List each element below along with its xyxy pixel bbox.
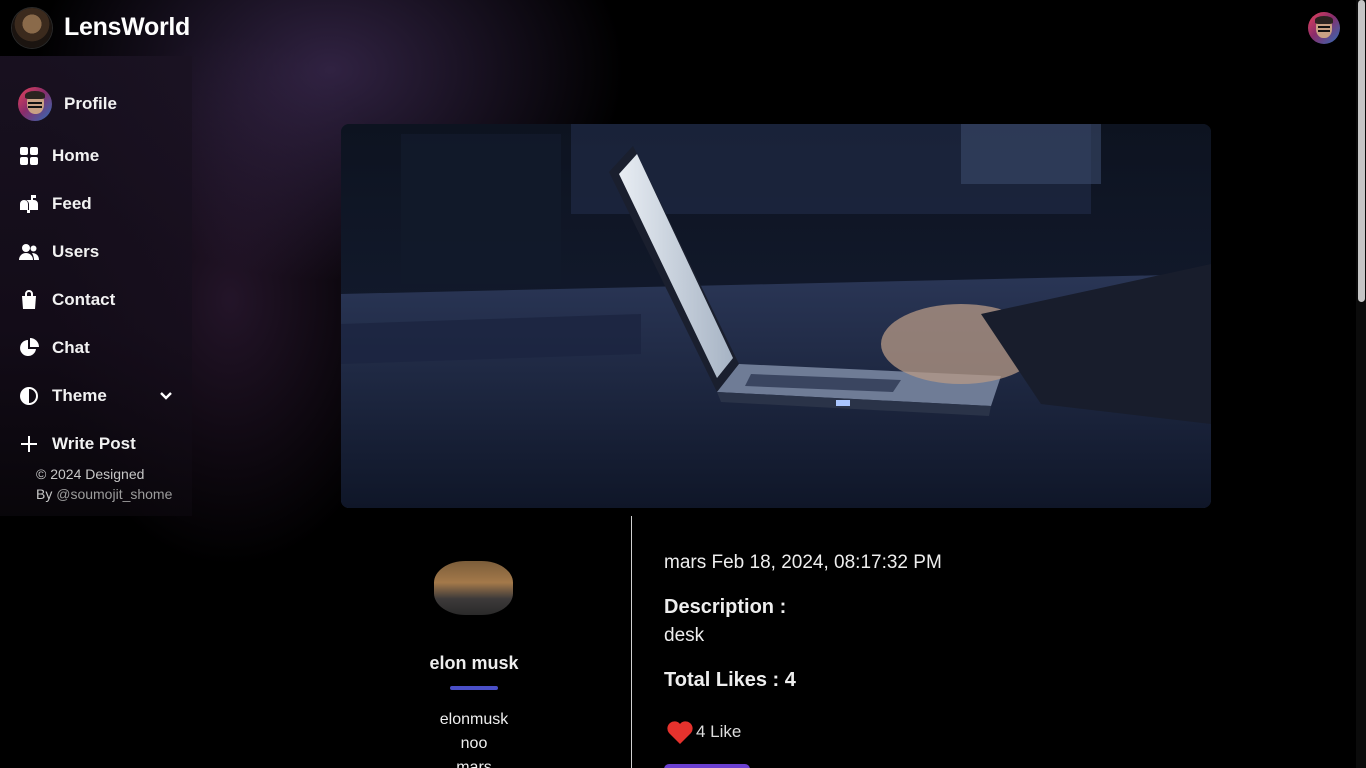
sidebar-item-label: Chat <box>52 338 90 357</box>
sidebar-item-feed[interactable]: Feed <box>18 190 92 218</box>
logo-icon[interactable] <box>12 8 52 48</box>
contrast-icon <box>18 385 40 407</box>
chevron-down-icon[interactable] <box>158 387 174 403</box>
sidebar-item-label: Profile <box>64 94 117 113</box>
copyright: © 2024 Designed By @soumojit_shome <box>36 464 186 504</box>
column-divider <box>631 516 632 768</box>
copyright-handle[interactable]: @soumojit_shome <box>56 486 172 502</box>
author-location: mars <box>456 759 492 768</box>
sidebar-item-write-post[interactable]: Write Post <box>18 430 136 458</box>
description-label: Description : <box>664 596 787 618</box>
heart-icon <box>667 721 693 744</box>
shopping-bag-icon <box>18 289 40 311</box>
total-likes: Total Likes : 4 <box>664 669 796 691</box>
top-bar: LensWorld <box>0 0 1366 56</box>
copyright-by: By <box>36 486 53 502</box>
description-text: desk <box>664 625 705 646</box>
author-name: elon musk <box>429 653 519 673</box>
sidebar-item-label: Feed <box>52 194 92 213</box>
sidebar-item-label: Write Post <box>52 434 136 453</box>
brand-title[interactable]: LensWorld <box>64 13 190 42</box>
grid-icon <box>18 145 40 167</box>
sidebar-item-label: Theme <box>52 386 107 405</box>
users-icon <box>18 241 40 263</box>
user-avatar[interactable] <box>1308 12 1340 44</box>
post-timestamp: mars Feb 18, 2024, 08:17:32 PM <box>664 552 942 573</box>
plus-icon <box>18 433 40 455</box>
sidebar-item-users[interactable]: Users <box>18 238 99 266</box>
author-avatar[interactable] <box>434 561 513 615</box>
author-username: elonmusk <box>439 711 509 728</box>
sidebar-item-label: Users <box>52 242 100 261</box>
sidebar-item-label: Contact <box>52 290 116 309</box>
sidebar-item-theme[interactable]: Theme <box>18 382 107 410</box>
sidebar-item-contact[interactable]: Contact <box>18 286 115 314</box>
author-meta: elonmusk noo mars <box>374 708 574 768</box>
author-underline <box>450 686 498 690</box>
mailbox-icon <box>18 193 40 215</box>
like-label: 4 Like <box>696 722 742 741</box>
sidebar-item-chat[interactable]: Chat <box>18 334 90 362</box>
like-button[interactable]: 4 Like <box>666 719 741 745</box>
scrollbar-thumb[interactable] <box>1358 0 1365 302</box>
copyright-text: © 2024 Designed <box>36 466 145 482</box>
sidebar-item-profile[interactable]: Profile <box>18 87 117 121</box>
profile-avatar-icon <box>18 87 52 121</box>
action-button[interactable] <box>664 764 750 768</box>
post-image <box>341 124 1211 508</box>
sidebar-item-home[interactable]: Home <box>18 142 99 170</box>
sidebar-item-label: Home <box>52 146 100 165</box>
author-bio: noo <box>460 735 488 752</box>
pie-chart-icon <box>18 337 40 359</box>
